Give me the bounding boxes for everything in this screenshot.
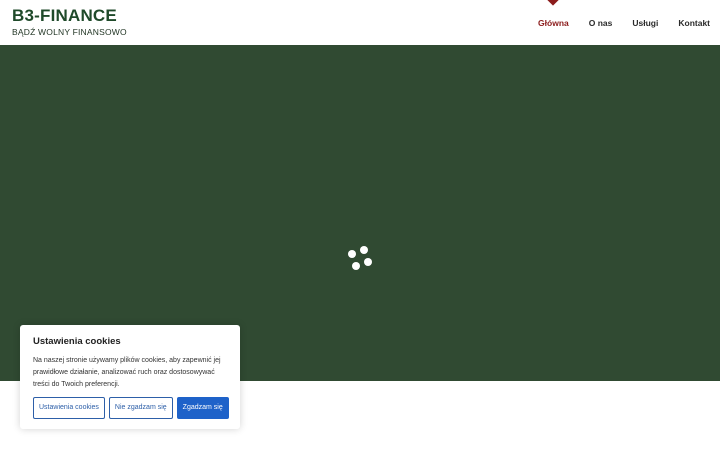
nav-item-glowna[interactable]: Główna bbox=[538, 0, 569, 45]
cookie-description: Na naszej stronie używamy plików cookies… bbox=[33, 357, 221, 388]
cookie-title: Ustawienia cookies bbox=[33, 336, 121, 347]
nav-item-label[interactable]: Usługi bbox=[632, 18, 658, 28]
cookie-consent-dialog: Ustawienia cookies Na naszej stronie uży… bbox=[20, 325, 240, 429]
nav-item-label[interactable]: Główna bbox=[538, 18, 569, 28]
loader-dot bbox=[360, 246, 368, 254]
nav-item-label[interactable]: Kontakt bbox=[678, 18, 710, 28]
loader-dot bbox=[364, 258, 372, 266]
cookie-settings-button[interactable]: Ustawienia cookies bbox=[33, 397, 105, 419]
cookie-accept-button[interactable]: Zgadzam się bbox=[176, 397, 229, 419]
logo-tagline: BĄDŹ WOLNY FINANSOWO bbox=[12, 27, 127, 37]
cookie-actions: Ustawienia cookies Nie zgadzam się Zgadz… bbox=[33, 397, 229, 419]
nav-item-label[interactable]: O nas bbox=[589, 18, 613, 28]
site-header: B3-FINANCE BĄDŹ WOLNY FINANSOWO Główna O… bbox=[0, 0, 720, 45]
nav-item-o-nas[interactable]: O nas bbox=[589, 0, 613, 45]
logo-title[interactable]: B3-FINANCE bbox=[12, 7, 117, 25]
main-nav: Główna O nas Usługi Kontakt bbox=[538, 0, 710, 45]
nav-item-uslugi[interactable]: Usługi bbox=[632, 0, 658, 45]
cookie-reject-button[interactable]: Nie zgadzam się bbox=[108, 397, 173, 419]
active-nav-marker bbox=[547, 0, 560, 6]
loader-dot bbox=[352, 262, 360, 270]
loading-dots-icon bbox=[346, 245, 374, 273]
nav-item-kontakt[interactable]: Kontakt bbox=[678, 0, 710, 45]
loader-dot bbox=[348, 250, 356, 258]
